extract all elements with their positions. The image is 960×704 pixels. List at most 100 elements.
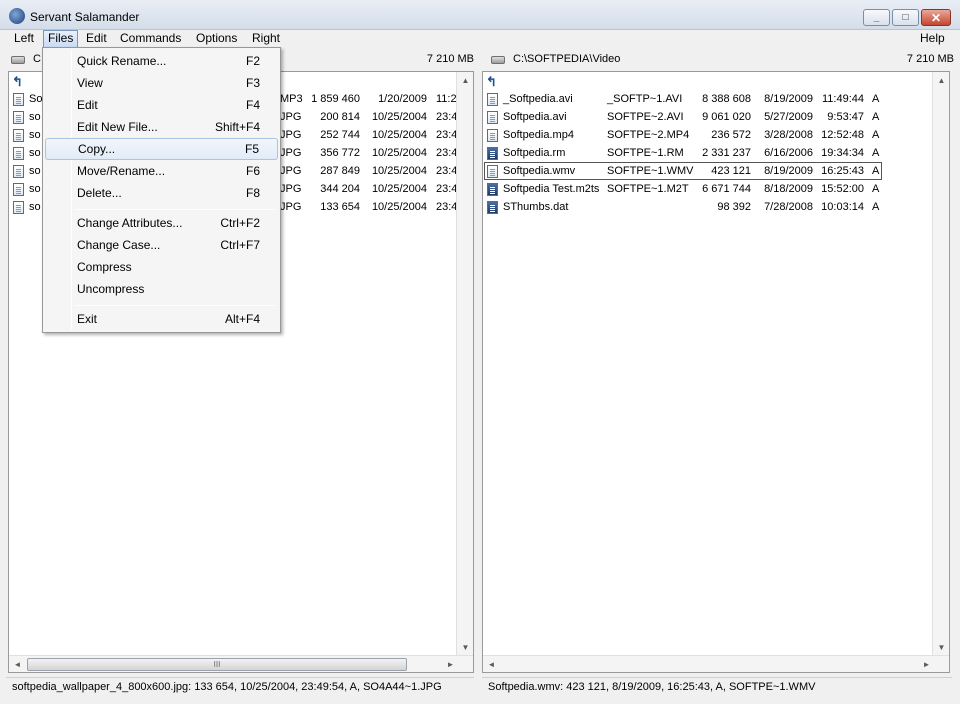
file-ext: JPG <box>280 111 302 123</box>
file-date: 5/27/2009 <box>764 111 813 123</box>
right-status-bar: Softpedia.wmv: 423 121, 8/19/2009, 16:25… <box>482 677 952 695</box>
right-path[interactable]: C:\SOFTPEDIA\Video <box>513 53 620 65</box>
menu-item-edit[interactable]: Edit F4 <box>45 94 278 116</box>
left-status-bar: softpedia_wallpaper_4_800x600.jpg: 133 6… <box>6 677 474 695</box>
file-name: Softpedia Test.m2ts <box>503 183 600 195</box>
menu-bar: Left Files Edit Commands Options Right H… <box>0 30 960 48</box>
file-ext: JPG <box>280 183 302 195</box>
file-name: Softpedia.avi <box>503 111 567 123</box>
scroll-left-icon[interactable]: ◄ <box>483 656 500 672</box>
file-size: 423 121 <box>711 165 751 177</box>
right-file-list[interactable]: ↰ _Softpedia.avi _SOFTP~1.AVI 8 388 608 … <box>482 71 950 673</box>
menu-separator <box>75 305 275 306</box>
file-size: 98 392 <box>717 201 751 213</box>
right-path-bar[interactable]: C:\SOFTPEDIA\Video 7 210 MB <box>486 51 954 69</box>
menu-commands[interactable]: Commands <box>116 30 185 48</box>
menu-item-edit-new-file[interactable]: Edit New File... Shift+F4 <box>45 116 278 138</box>
left-horizontal-scrollbar[interactable]: ◄ III ► <box>9 655 473 672</box>
drive-icon[interactable] <box>11 56 25 64</box>
minimize-button[interactable]: _ <box>863 9 890 26</box>
menu-item-label: Change Case... <box>77 238 161 252</box>
file-name: So <box>29 93 43 105</box>
file-dos-name: _SOFTP~1.AVI <box>607 93 683 105</box>
right-horizontal-scrollbar[interactable]: ◄ ► <box>483 655 949 672</box>
file-dos-name: SOFTPE~2.MP4 <box>607 129 690 141</box>
menu-help[interactable]: Help <box>916 30 949 48</box>
media-file-icon <box>487 183 498 196</box>
up-dir-icon: ↰ <box>12 74 23 89</box>
file-attr: A <box>872 183 880 195</box>
menu-item-uncompress[interactable]: Uncompress <box>45 278 278 300</box>
app-icon[interactable] <box>9 8 25 24</box>
file-icon <box>487 165 498 178</box>
table-row[interactable]: Softpedia Test.m2ts SOFTPE~1.M2T 6 671 7… <box>483 180 923 198</box>
menu-item-quick-rename[interactable]: Quick Rename... F2 <box>45 50 278 72</box>
file-time: 23:4 <box>436 111 458 123</box>
table-row[interactable]: Softpedia.mp4 SOFTPE~2.MP4 236 572 3/28/… <box>483 126 923 144</box>
menu-item-change-attributes[interactable]: Change Attributes... Ctrl+F2 <box>45 212 278 234</box>
table-row[interactable]: SThumbs.dat 98 392 7/28/2008 10:03:14 A <box>483 198 923 216</box>
scroll-thumb[interactable]: III <box>27 658 407 671</box>
file-name: so <box>29 111 41 123</box>
scroll-up-icon[interactable]: ▲ <box>457 72 473 89</box>
file-time: 15:52:00 <box>821 183 864 195</box>
scroll-left-icon[interactable]: ◄ <box>9 656 26 672</box>
scroll-up-icon[interactable]: ▲ <box>933 72 949 89</box>
table-row-selected[interactable]: Softpedia.wmv SOFTPE~1.WMV 423 121 8/19/… <box>483 162 923 180</box>
left-path[interactable]: C <box>33 53 41 65</box>
drive-icon[interactable] <box>491 56 505 64</box>
file-name: so <box>29 165 41 177</box>
maximize-button[interactable]: □ <box>892 9 919 26</box>
file-time: 12:52:48 <box>821 129 864 141</box>
file-time: 9:53:47 <box>827 111 864 123</box>
minimize-icon: _ <box>873 12 880 23</box>
menu-item-change-case[interactable]: Change Case... Ctrl+F7 <box>45 234 278 256</box>
menu-item-exit[interactable]: Exit Alt+F4 <box>45 308 278 330</box>
table-row[interactable]: _Softpedia.avi _SOFTP~1.AVI 8 388 608 8/… <box>483 90 923 108</box>
file-attr: A <box>872 201 880 213</box>
file-icon <box>487 93 498 106</box>
scroll-right-icon[interactable]: ► <box>918 656 935 672</box>
left-parent-dir[interactable]: ↰ <box>12 75 32 89</box>
scroll-down-icon[interactable]: ▼ <box>933 639 949 656</box>
menu-left[interactable]: Left <box>10 30 38 48</box>
menu-item-view[interactable]: View F3 <box>45 72 278 94</box>
right-parent-dir[interactable]: ↰ <box>486 75 506 89</box>
menu-edit[interactable]: Edit <box>82 30 111 48</box>
menu-item-copy[interactable]: Copy... F5 <box>45 138 278 160</box>
file-name: Softpedia.rm <box>503 147 566 159</box>
maximize-icon: □ <box>902 12 909 23</box>
file-icon <box>13 183 24 196</box>
scroll-right-icon[interactable]: ► <box>442 656 459 672</box>
file-name: so <box>29 183 41 195</box>
right-vertical-scrollbar[interactable]: ▲ ▼ <box>932 72 949 656</box>
menu-right[interactable]: Right <box>248 30 284 48</box>
table-row[interactable]: Softpedia.rm SOFTPE~1.RM 2 331 237 6/16/… <box>483 144 923 162</box>
file-date: 8/19/2009 <box>764 93 813 105</box>
file-size: 236 572 <box>711 129 751 141</box>
menu-item-shortcut: F3 <box>245 76 260 90</box>
menu-item-compress[interactable]: Compress <box>45 256 278 278</box>
menu-files[interactable]: Files <box>43 30 79 48</box>
table-row[interactable]: Softpedia.avi SOFTPE~2.AVI 9 061 020 5/2… <box>483 108 923 126</box>
left-vertical-scrollbar[interactable]: ▲ ▼ <box>456 72 473 656</box>
file-date: 10/25/2004 <box>371 147 427 159</box>
file-ext: MP3 <box>280 93 303 105</box>
menu-options[interactable]: Options <box>192 30 241 48</box>
file-time: 23:4 <box>436 165 458 177</box>
right-panel: C:\SOFTPEDIA\Video 7 210 MB ↰ _Softpedia… <box>480 49 960 704</box>
menu-item-shortcut: F2 <box>245 54 260 68</box>
close-button[interactable]: ✕ <box>921 9 951 26</box>
menu-item-move-rename[interactable]: Move/Rename... F6 <box>45 160 278 182</box>
file-dos-name: SOFTPE~1.M2T <box>607 183 689 195</box>
file-time: 23:4 <box>436 183 458 195</box>
file-size: 8 388 608 <box>702 93 751 105</box>
right-status-text: Softpedia.wmv: 423 121, 8/19/2009, 16:25… <box>488 681 816 693</box>
scroll-down-icon[interactable]: ▼ <box>457 639 473 656</box>
menu-item-delete[interactable]: Delete... F8 <box>45 182 278 204</box>
menu-item-shortcut: F4 <box>245 98 260 112</box>
file-attr: A <box>872 147 880 159</box>
file-date: 10/25/2004 <box>371 201 427 213</box>
file-ext: JPG <box>280 129 302 141</box>
file-size: 6 671 744 <box>702 183 751 195</box>
